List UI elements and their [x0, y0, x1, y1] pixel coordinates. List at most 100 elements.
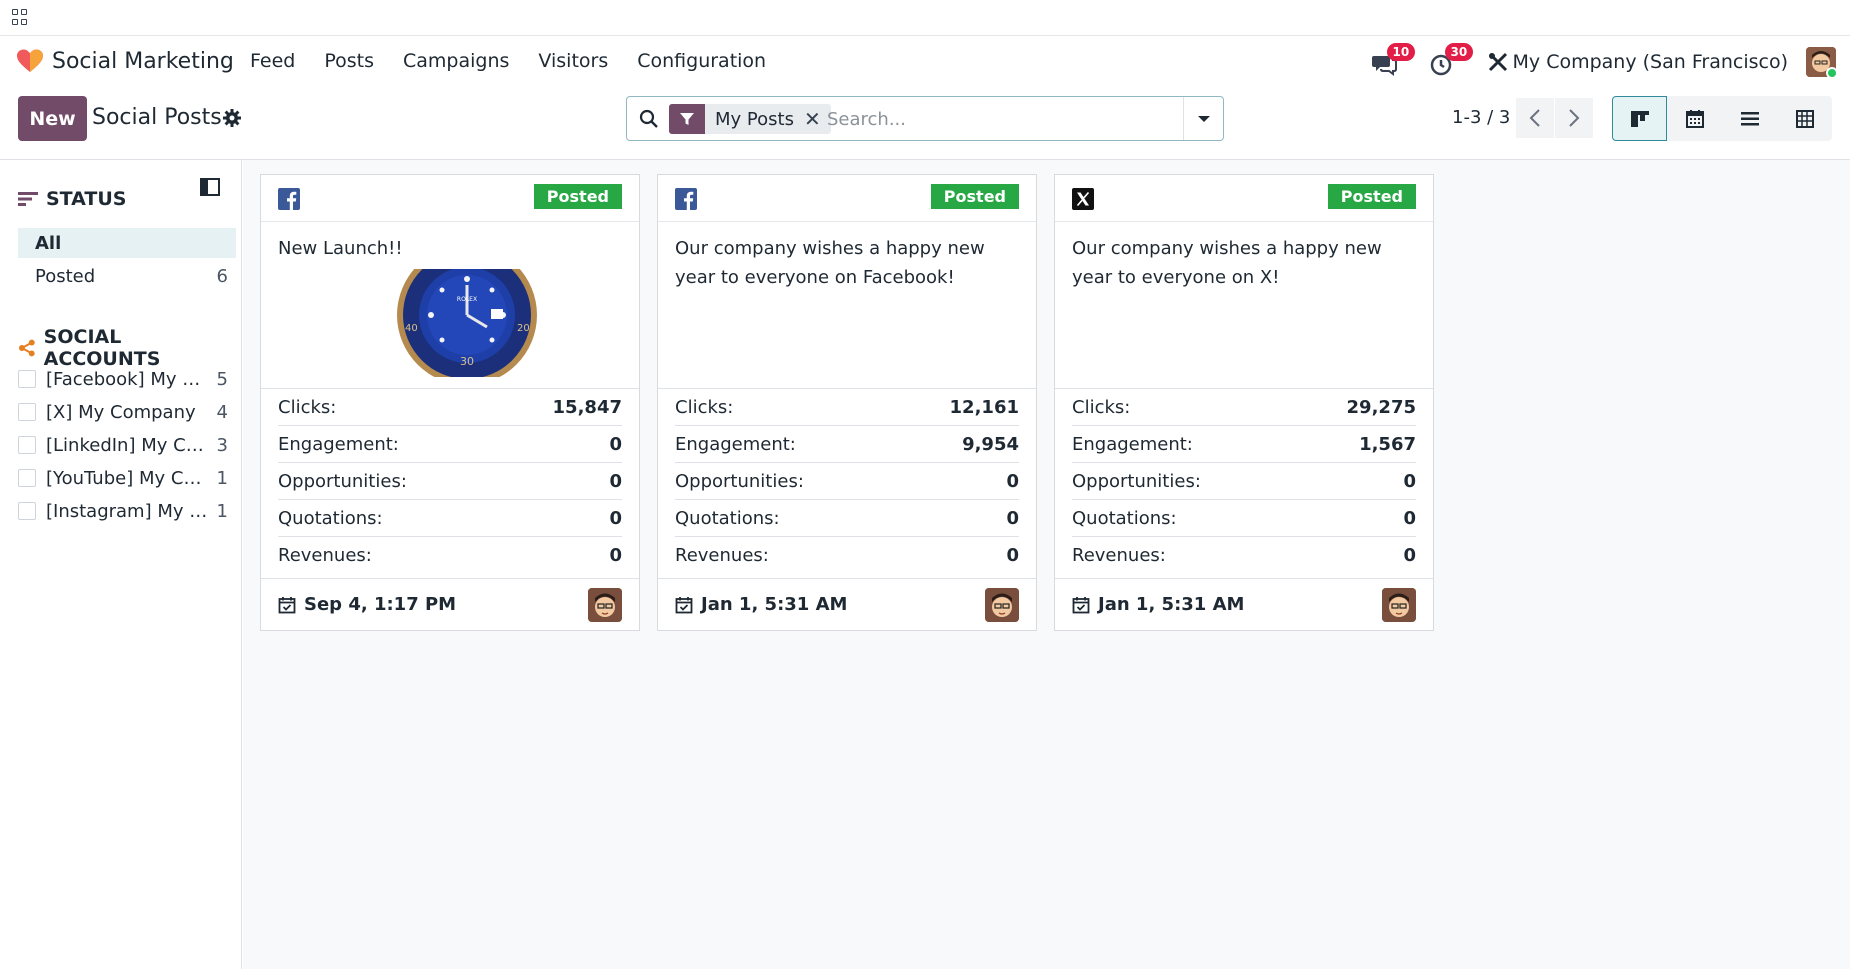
list-view-button[interactable] [1722, 96, 1777, 141]
calendar-check-icon [675, 596, 693, 613]
gear-icon[interactable] [222, 108, 242, 128]
filter-list-icon [18, 192, 38, 206]
stat-value: 1,567 [1359, 433, 1416, 455]
stat-value: 0 [609, 507, 622, 529]
author-avatar[interactable] [985, 587, 1019, 622]
account-label: [X] My Company [46, 401, 196, 423]
menu-configuration[interactable]: Configuration [637, 50, 766, 72]
author-face-icon [1382, 587, 1416, 622]
post-stats: Clicks: 12,161 Engagement: 9,954 Opportuni… [658, 389, 1036, 574]
account-label: [YouTube] My Company [46, 467, 212, 489]
stat-quotations: Quotations: 0 [675, 500, 1019, 537]
status-title: STATUS [46, 188, 127, 210]
status-posted-count: 6 [216, 266, 228, 287]
navbar-right: 10 30 My Company (San Francisco) [1371, 43, 1836, 80]
stat-value: 0 [1403, 545, 1416, 566]
company-switcher[interactable]: My Company (San Francisco) [1513, 51, 1788, 73]
account-label: [LinkedIn] My Company [46, 434, 212, 456]
pager-previous-button[interactable] [1516, 98, 1554, 138]
checkbox[interactable] [18, 403, 36, 421]
post-date-text: Jan 1, 5:31 AM [1098, 594, 1245, 615]
activities-button[interactable]: 30 [1429, 43, 1474, 77]
menu-visitors[interactable]: Visitors [538, 50, 608, 72]
post-message-text: Our company wishes a happy new year to e… [675, 238, 985, 288]
post-card[interactable]: Posted Our company wishes a happy new ye… [657, 174, 1037, 631]
new-button[interactable]: New [18, 96, 87, 141]
stat-value: 12,161 [949, 396, 1019, 418]
status-badge: Posted [533, 184, 622, 209]
author-avatar[interactable] [1382, 587, 1416, 622]
calendar-view-button[interactable] [1667, 96, 1722, 141]
account-filter-instagram[interactable]: [Instagram] My Company 1 [18, 497, 228, 525]
account-count: 4 [216, 401, 228, 423]
app-brand[interactable]: Social Marketing [16, 48, 234, 74]
stat-clicks: Clicks: 29,275 [1072, 389, 1416, 426]
search-panel: STATUS All Posted 6 SOCIAL ACCOUNTS [Fac… [0, 160, 242, 969]
card-header: Posted [261, 175, 639, 222]
account-label: [Facebook] My Company [46, 368, 212, 390]
account-filter-linkedin[interactable]: [LinkedIn] My Company 3 [18, 431, 228, 459]
menu-feed[interactable]: Feed [250, 50, 295, 72]
checkbox[interactable] [18, 370, 36, 388]
user-avatar[interactable] [1806, 47, 1836, 77]
checkbox[interactable] [18, 436, 36, 454]
calendar-icon [1685, 109, 1704, 128]
stat-label: Revenues: [1072, 545, 1166, 566]
account-count: 3 [216, 434, 228, 456]
post-date: Jan 1, 5:31 AM [675, 594, 847, 615]
share-icon [18, 339, 35, 357]
menu-campaigns[interactable]: Campaigns [403, 50, 509, 72]
tools-icon[interactable] [1487, 51, 1509, 73]
post-date: Sep 4, 1:17 PM [278, 594, 456, 615]
account-filter-facebook[interactable]: [Facebook] My Company 5 [18, 365, 228, 393]
search-input[interactable] [827, 105, 1157, 133]
collapse-panel-icon[interactable] [200, 178, 220, 196]
checkbox[interactable] [18, 469, 36, 487]
messages-button[interactable]: 10 [1371, 43, 1416, 77]
page-title: Social Posts [92, 105, 222, 130]
pivot-view-button[interactable] [1777, 96, 1832, 141]
search-options-toggle[interactable] [1183, 97, 1223, 140]
stat-label: Engagement: [1072, 433, 1193, 455]
status-filter-posted[interactable]: Posted 6 [18, 261, 228, 291]
account-filter-youtube[interactable]: [YouTube] My Company 1 [18, 464, 228, 492]
svg-text:20: 20 [517, 323, 530, 334]
status-section-header: STATUS [18, 188, 126, 210]
account-filter-x[interactable]: [X] My Company 4 [18, 398, 228, 426]
kanban-view: Posted New Launch!! ROLEX 30 40 20 Click… [243, 160, 1850, 969]
stat-engagement: Engagement: 0 [278, 426, 622, 463]
stat-value: 15,847 [552, 396, 622, 418]
app-grid-icon[interactable] [12, 9, 28, 25]
stat-quotations: Quotations: 0 [1072, 500, 1416, 537]
stat-value: 0 [1403, 507, 1416, 529]
post-date-text: Sep 4, 1:17 PM [304, 594, 457, 615]
status-badge: Posted [1327, 184, 1416, 209]
stat-label: Quotations: [675, 507, 780, 529]
post-stats: Clicks: 15,847 Engagement: 0 Opportunities… [261, 389, 639, 574]
checkbox[interactable] [18, 502, 36, 520]
calendar-check-icon [278, 596, 296, 613]
search-icon[interactable] [639, 109, 659, 129]
caret-down-icon [1197, 115, 1210, 122]
system-bar [0, 0, 1850, 36]
pager-next-button[interactable] [1555, 98, 1593, 138]
stat-engagement: Engagement: 1,567 [1072, 426, 1416, 463]
status-posted-label: Posted [35, 266, 96, 287]
stat-label: Clicks: [1072, 396, 1131, 418]
menu-posts[interactable]: Posts [324, 50, 374, 72]
post-card[interactable]: Posted New Launch!! ROLEX 30 40 20 Click… [260, 174, 640, 631]
stat-opportunities: Opportunities: 0 [278, 463, 622, 500]
stat-label: Revenues: [278, 545, 372, 566]
kanban-view-button[interactable] [1612, 96, 1667, 141]
stat-clicks: Clicks: 15,847 [278, 389, 622, 426]
status-filter-all[interactable]: All [18, 228, 236, 258]
stat-revenues: Revenues: 0 [675, 537, 1019, 574]
stat-quotations: Quotations: 0 [278, 500, 622, 537]
stat-value: 0 [1006, 507, 1019, 529]
author-avatar[interactable] [588, 587, 622, 622]
stat-value: 29,275 [1346, 396, 1416, 418]
pager-value[interactable]: 1-3 / 3 [1452, 107, 1510, 128]
post-card[interactable]: Posted Our company wishes a happy new ye… [1054, 174, 1434, 631]
post-stats: Clicks: 29,275 Engagement: 1,567 Opportuni… [1055, 389, 1433, 574]
stat-opportunities: Opportunities: 0 [1072, 463, 1416, 500]
